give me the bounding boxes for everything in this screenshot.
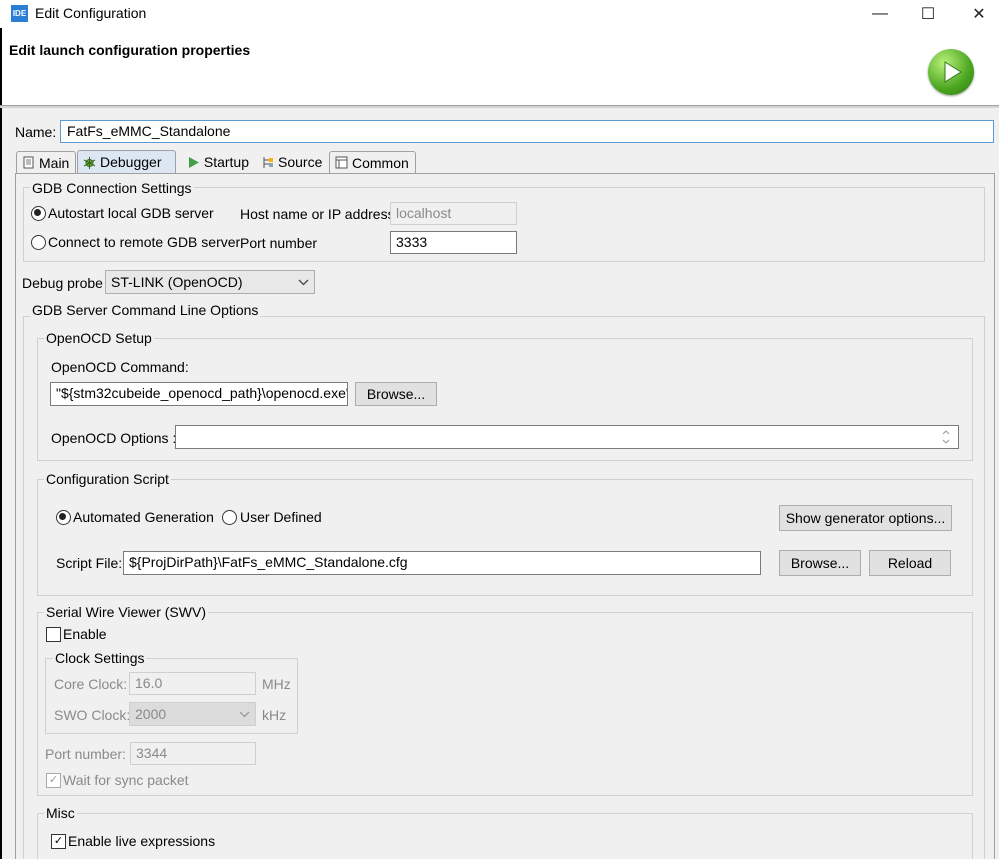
- scroll-arrows-icon[interactable]: [941, 428, 951, 446]
- swv-title: Serial Wire Viewer (SWV): [44, 604, 208, 620]
- minimize-button[interactable]: —: [857, 0, 903, 28]
- debug-probe-label: Debug probe: [22, 275, 103, 291]
- swv-enable-checkbox[interactable]: [46, 627, 61, 642]
- remote-radio[interactable]: [31, 235, 46, 250]
- user-defined-label: User Defined: [240, 509, 322, 525]
- dialog-header: [0, 28, 999, 106]
- swv-enable-label: Enable: [63, 626, 107, 642]
- openocd-options-label: OpenOCD Options :: [51, 430, 177, 446]
- tab-debugger[interactable]: Debugger: [77, 150, 176, 173]
- tab-startup-label: Startup: [203, 154, 249, 170]
- config-script-title: Configuration Script: [44, 471, 171, 487]
- openocd-command-input[interactable]: "${stm32cubeide_openocd_path}\openocd.ex…: [50, 382, 348, 406]
- automated-label: Automated Generation: [73, 509, 214, 525]
- tab-source-label: Source: [278, 154, 323, 170]
- remote-label: Connect to remote GDB server: [48, 234, 241, 250]
- title-bar: IDE Edit Configuration — ☐ ✕: [0, 0, 999, 28]
- debug-probe-value: ST-LINK (OpenOCD): [111, 274, 243, 290]
- swo-clock-value: 2000: [135, 706, 167, 722]
- tab-main[interactable]: Main: [16, 151, 76, 173]
- debug-probe-select[interactable]: ST-LINK (OpenOCD): [105, 270, 315, 294]
- server-options-title: GDB Server Command Line Options: [30, 302, 261, 318]
- reload-button[interactable]: Reload: [869, 550, 951, 576]
- swv-port-input[interactable]: 3344: [130, 742, 256, 765]
- port-label: Port number: [240, 235, 318, 251]
- script-file-label: Script File:: [56, 555, 123, 571]
- close-button[interactable]: ✕: [956, 0, 999, 28]
- name-input[interactable]: FatFs_eMMC_Standalone: [60, 120, 994, 143]
- wait-sync-checkbox[interactable]: ✓: [46, 773, 61, 788]
- automated-radio[interactable]: [56, 510, 71, 525]
- wait-sync-label: Wait for sync packet: [63, 772, 189, 788]
- core-clock-input[interactable]: 16.0: [129, 672, 256, 695]
- play-icon: [188, 156, 199, 168]
- chevron-down-icon: [239, 711, 250, 717]
- name-label: Name:: [15, 124, 57, 140]
- window-icon: [335, 156, 348, 169]
- swo-clock-unit: kHz: [262, 707, 287, 723]
- header-title: Edit launch configuration properties: [9, 42, 251, 58]
- swv-port-label: Port number:: [45, 746, 126, 762]
- show-generator-options-button[interactable]: Show generator options...: [779, 505, 952, 531]
- core-clock-unit: MHz: [262, 676, 291, 692]
- autostart-radio[interactable]: [31, 206, 46, 221]
- clock-settings-title: Clock Settings: [53, 650, 147, 666]
- live-expressions-label: Enable live expressions: [68, 833, 216, 849]
- maximize-button[interactable]: ☐: [905, 0, 951, 28]
- config-script-group: [37, 479, 973, 596]
- misc-title: Misc: [44, 805, 77, 821]
- host-input[interactable]: localhost: [390, 202, 517, 225]
- bug-icon: [83, 156, 96, 169]
- tab-common[interactable]: Common: [329, 151, 416, 173]
- document-icon: [23, 156, 34, 169]
- window-title: Edit Configuration: [35, 5, 147, 21]
- chevron-down-icon: [298, 279, 309, 285]
- gdb-connection-title: GDB Connection Settings: [30, 180, 194, 196]
- tab-main-label: Main: [39, 154, 70, 171]
- openocd-browse-button[interactable]: Browse...: [355, 382, 437, 406]
- script-browse-button[interactable]: Browse...: [779, 550, 861, 576]
- tab-debugger-label: Debugger: [100, 154, 162, 170]
- swo-clock-label: SWO Clock:: [54, 707, 131, 723]
- swo-clock-select[interactable]: 2000: [129, 702, 256, 726]
- app-icon: IDE: [11, 5, 28, 22]
- tab-source[interactable]: Source: [256, 151, 328, 173]
- core-clock-label: Core Clock:: [54, 676, 128, 692]
- host-label: Host name or IP address: [240, 206, 395, 222]
- autostart-label: Autostart local GDB server: [48, 205, 214, 221]
- run-icon: [928, 49, 974, 95]
- tab-startup[interactable]: Startup: [182, 151, 254, 173]
- openocd-command-label: OpenOCD Command:: [51, 359, 189, 375]
- user-defined-radio[interactable]: [222, 510, 237, 525]
- live-expressions-checkbox[interactable]: ✓: [51, 834, 66, 849]
- openocd-setup-title: OpenOCD Setup: [44, 330, 154, 346]
- script-file-input[interactable]: ${ProjDirPath}\FatFs_eMMC_Standalone.cfg: [123, 551, 761, 575]
- tab-common-label: Common: [352, 154, 409, 171]
- port-input[interactable]: 3333: [390, 231, 517, 254]
- source-icon: [263, 156, 273, 168]
- openocd-options-input[interactable]: [175, 425, 959, 449]
